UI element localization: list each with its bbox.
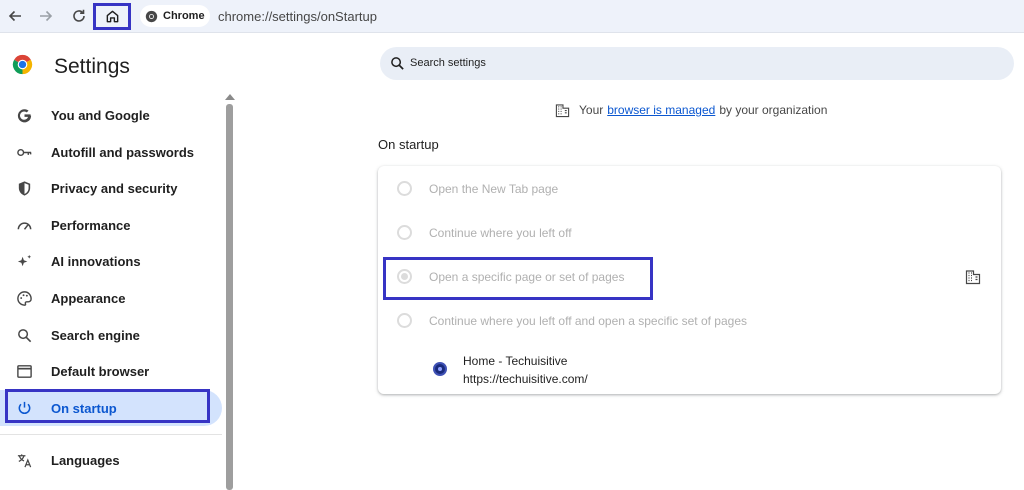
sidebar-item-label: Languages — [51, 452, 120, 468]
sidebar-item-label: Autofill and passwords — [51, 144, 195, 160]
sidebar-item-privacy[interactable]: Privacy and security — [0, 170, 222, 206]
section-title: On startup — [378, 137, 439, 152]
site-chip[interactable]: Chrome — [140, 5, 210, 27]
home-button[interactable] — [93, 3, 131, 30]
sidebar-item-search-engine[interactable]: Search engine — [0, 317, 222, 353]
option-continue[interactable]: Continue where you left off — [378, 215, 1001, 251]
home-icon — [106, 10, 118, 23]
radio-button[interactable] — [397, 225, 412, 240]
option-new-tab[interactable]: Open the New Tab page — [378, 171, 1001, 207]
managed-suffix: by your organization — [719, 103, 828, 117]
browser-toolbar: Chrome chrome://settings/onStartup — [0, 0, 1024, 33]
shield-icon — [15, 179, 33, 197]
building-icon — [555, 103, 570, 117]
sidebar-item-label: You and Google — [51, 107, 150, 123]
sidebar-item-ai-innovations[interactable]: AI innovations — [0, 243, 222, 279]
startup-page-url: https://techuisitive.com/ — [463, 372, 588, 386]
sidebar-scrollbar[interactable] — [226, 104, 233, 490]
managed-notice: Your browser is managed by your organiza… — [555, 102, 827, 118]
option-label: Open the New Tab page — [429, 182, 559, 196]
radio-button[interactable] — [397, 313, 412, 328]
startup-page-entry[interactable]: Home - Techuisitive https://techuisitive… — [378, 348, 1001, 388]
sidebar-item-you-and-google[interactable]: You and Google — [0, 97, 222, 133]
scroll-up-arrow[interactable] — [225, 94, 235, 100]
sidebar-item-performance[interactable]: Performance — [0, 207, 222, 243]
browser-window-icon — [15, 362, 33, 380]
chrome-logo-icon — [12, 54, 33, 75]
search-icon — [15, 326, 33, 344]
search-placeholder: Search settings — [410, 57, 486, 69]
search-icon — [391, 57, 404, 70]
site-chip-label: Chrome — [163, 10, 205, 22]
sidebar-item-label: Performance — [51, 217, 131, 233]
sidebar-item-label: Appearance — [51, 290, 126, 306]
speedometer-icon — [15, 216, 33, 234]
key-icon — [15, 143, 33, 161]
browser-managed-link[interactable]: browser is managed — [607, 103, 715, 117]
address-bar[interactable]: chrome://settings/onStartup — [218, 9, 377, 24]
forward-arrow-icon — [40, 10, 53, 22]
sidebar-item-label: AI innovations — [51, 253, 141, 269]
highlight-frame — [5, 389, 210, 423]
building-icon — [965, 270, 981, 285]
reload-icon — [73, 9, 85, 22]
sidebar-item-autofill[interactable]: Autofill and passwords — [0, 134, 222, 170]
option-label: Continue where you left off — [429, 226, 572, 240]
chrome-logo-icon — [145, 10, 158, 22]
sparkle-icon — [15, 252, 33, 270]
favicon-icon — [433, 362, 447, 376]
sidebar-item-label: Search engine — [51, 327, 140, 343]
palette-icon — [15, 289, 33, 307]
forward-button[interactable] — [35, 5, 57, 27]
managed-prefix: Your — [579, 103, 604, 117]
back-arrow-icon — [8, 10, 21, 22]
google-icon — [15, 106, 33, 124]
startup-page-title: Home - Techuisitive — [463, 354, 568, 368]
option-continue-and-specific[interactable]: Continue where you left off and open a s… — [378, 303, 1001, 339]
sidebar-item-label: Default browser — [51, 363, 150, 379]
highlight-frame — [383, 257, 653, 300]
reload-button[interactable] — [68, 5, 90, 27]
sidebar-item-languages[interactable]: Languages — [0, 442, 222, 478]
radio-button[interactable] — [397, 181, 412, 196]
back-button[interactable] — [4, 5, 26, 27]
sidebar-item-default-browser[interactable]: Default browser — [0, 353, 222, 389]
translate-icon — [15, 451, 33, 469]
sidebar-item-label: Privacy and security — [51, 180, 178, 196]
sidebar-divider — [0, 434, 222, 435]
sidebar-item-appearance[interactable]: Appearance — [0, 280, 222, 316]
settings-title: Settings — [54, 55, 130, 78]
option-label: Continue where you left off and open a s… — [429, 314, 747, 328]
search-settings-input[interactable]: Search settings — [380, 47, 1014, 80]
